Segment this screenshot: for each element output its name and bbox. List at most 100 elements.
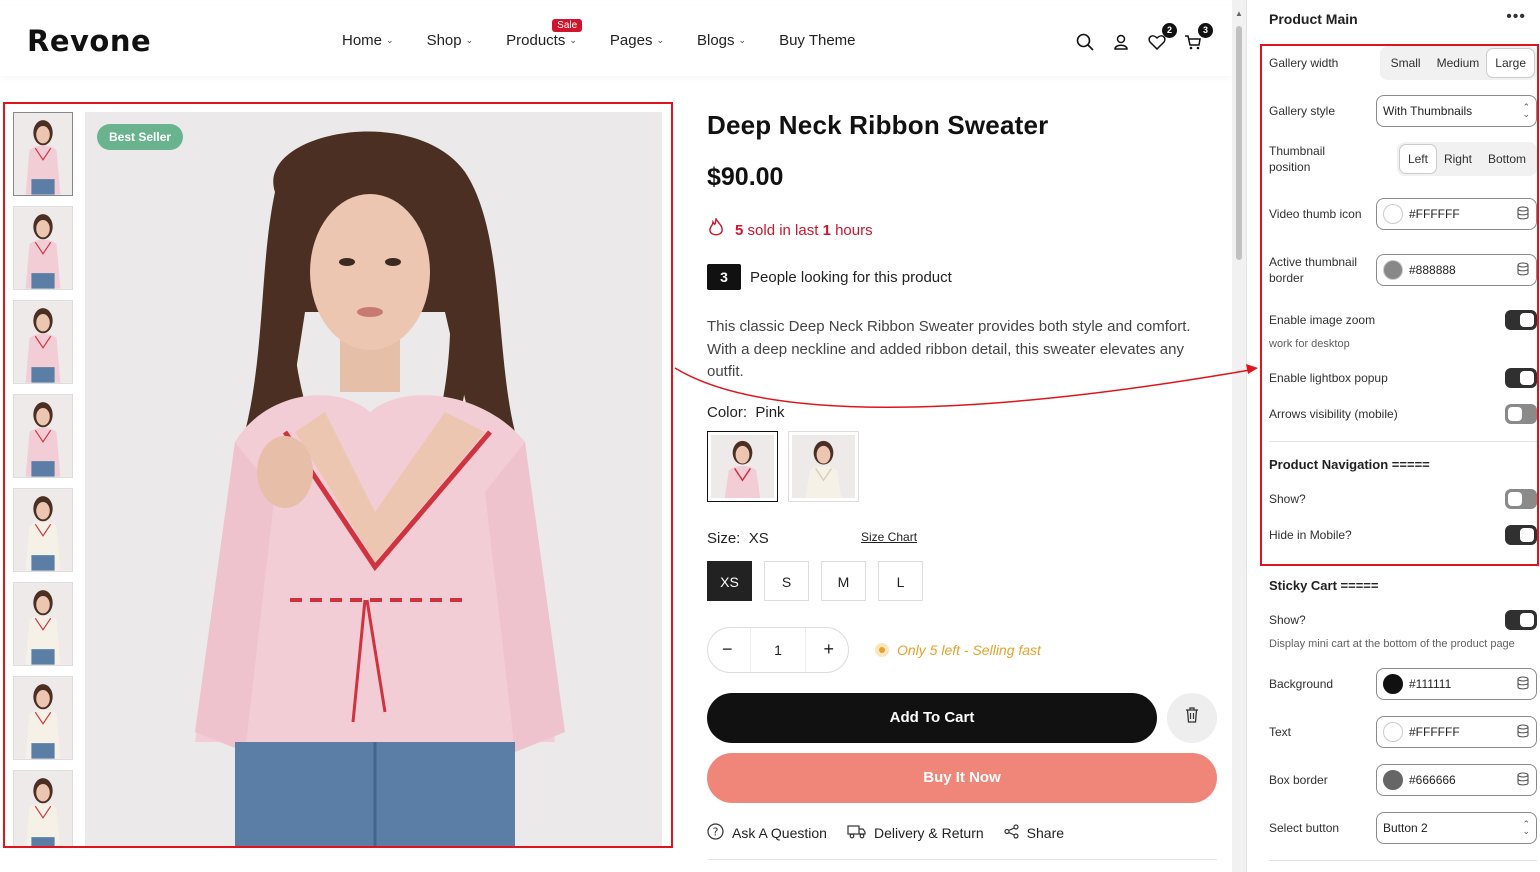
buy-now-button[interactable]: Buy It Now bbox=[707, 752, 1217, 803]
select-value: Button 2 bbox=[1383, 821, 1428, 835]
box-border-color-input[interactable]: #666666 bbox=[1376, 764, 1537, 796]
setting-label: Hide in Mobile? bbox=[1269, 528, 1352, 542]
lightbox-setting: Enable lightbox popup bbox=[1269, 368, 1537, 388]
gallery-thumbnail[interactable] bbox=[13, 300, 73, 384]
nav-item-pages[interactable]: Pages ⌄ bbox=[610, 32, 664, 49]
setting-hint: Display mini cart at the bottom of the p… bbox=[1269, 638, 1515, 650]
size-option[interactable]: M bbox=[821, 560, 866, 601]
box-border-setting: Box border #666666 bbox=[1269, 764, 1537, 796]
user-icon[interactable] bbox=[1111, 32, 1131, 52]
nav-item-blogs[interactable]: Blogs ⌄ bbox=[697, 32, 746, 49]
nav-show-toggle[interactable] bbox=[1505, 489, 1537, 509]
gallery-thumbnail[interactable] bbox=[13, 206, 73, 290]
color-swatch-cream[interactable] bbox=[788, 430, 859, 502]
segment-option[interactable]: Right bbox=[1436, 145, 1480, 173]
product-description: This classic Deep Neck Ribbon Sweater pr… bbox=[707, 318, 1191, 380]
scroll-up-icon[interactable]: ▲ bbox=[1235, 9, 1243, 18]
color-preview bbox=[1383, 674, 1403, 694]
add-to-cart-button[interactable]: Add To Cart bbox=[707, 692, 1157, 743]
segment-option[interactable]: Medium bbox=[1429, 49, 1488, 77]
share-link[interactable]: Share bbox=[1004, 823, 1064, 843]
gallery-thumbnail[interactable] bbox=[13, 112, 73, 196]
gallery-thumbnail[interactable] bbox=[13, 488, 73, 572]
brand-logo[interactable]: Revone bbox=[27, 24, 151, 58]
gallery-thumbnail[interactable] bbox=[13, 394, 73, 478]
fire-icon bbox=[707, 216, 725, 242]
active-border-setting: Active thumbnail border #888888 bbox=[1269, 254, 1537, 286]
setting-label: Show? bbox=[1269, 613, 1306, 627]
size-option[interactable]: S bbox=[764, 560, 809, 601]
segment-option[interactable]: Left bbox=[1399, 145, 1436, 173]
truck-icon bbox=[847, 824, 866, 842]
sticky-show-toggle[interactable] bbox=[1505, 610, 1537, 630]
quantity-increase-button[interactable]: + bbox=[823, 639, 834, 660]
gallery-thumbnail[interactable] bbox=[13, 770, 73, 846]
text-color-setting: Text #FFFFFF bbox=[1269, 716, 1537, 748]
gallery-thumbnail[interactable] bbox=[13, 582, 73, 666]
viewers-counter: 3 People looking for this product bbox=[707, 264, 1217, 290]
question-icon: ? bbox=[707, 822, 724, 843]
nav-item-buy-theme[interactable]: Buy Theme bbox=[779, 32, 855, 49]
arrows-setting: Arrows visibility (mobile) bbox=[1269, 404, 1537, 424]
cart-icon[interactable]: 3 bbox=[1183, 23, 1213, 52]
more-options-icon[interactable]: ••• bbox=[1506, 8, 1526, 26]
ask-question-link[interactable]: ? Ask A Question bbox=[707, 822, 827, 843]
color-value: #FFFFFF bbox=[1409, 207, 1460, 221]
nav-item-shop[interactable]: Shop ⌄ bbox=[427, 32, 474, 49]
nav-hide-mobile-toggle[interactable] bbox=[1505, 525, 1537, 545]
preview-scrollbar[interactable]: ▲ bbox=[1232, 0, 1246, 872]
database-icon[interactable] bbox=[1516, 675, 1530, 693]
segment-option[interactable]: Bottom bbox=[1480, 145, 1534, 173]
text-color-input[interactable]: #FFFFFF bbox=[1376, 716, 1537, 748]
setting-label: Video thumb icon bbox=[1269, 207, 1362, 221]
store-preview: Revone Home ⌄ Shop ⌄ Sale Products ⌄ Pages ⌄… bbox=[0, 0, 1232, 872]
settings-panel: Product Main ••• Gallery width Small Med… bbox=[1246, 0, 1540, 872]
video-thumb-setting: Video thumb icon #FFFFFF bbox=[1269, 198, 1537, 230]
quantity-decrease-button[interactable]: − bbox=[722, 639, 733, 660]
gallery-style-select[interactable]: With Thumbnails ⌃ ⌄ bbox=[1376, 95, 1537, 127]
gallery-thumbnail[interactable] bbox=[13, 676, 73, 760]
site-header: Revone Home ⌄ Shop ⌄ Sale Products ⌄ Pages ⌄… bbox=[0, 6, 1232, 76]
setting-label: Box border bbox=[1269, 773, 1328, 787]
quantity-input[interactable]: 1 bbox=[750, 627, 806, 672]
lightbox-toggle[interactable] bbox=[1505, 368, 1537, 388]
scrollbar-thumb[interactable] bbox=[1236, 26, 1242, 260]
product-gallery: Best Seller bbox=[3, 102, 673, 848]
heart-icon[interactable]: 2 bbox=[1147, 23, 1177, 52]
arrows-toggle[interactable] bbox=[1505, 404, 1537, 424]
delivery-return-link[interactable]: Delivery & Return bbox=[847, 823, 984, 843]
main-product-image[interactable]: Best Seller bbox=[85, 112, 662, 846]
share-icon bbox=[1004, 823, 1019, 842]
nav-item-home[interactable]: Home ⌄ bbox=[342, 32, 394, 49]
quantity-row: − 1 + Only 5 left - Selling fast bbox=[707, 626, 1217, 673]
segment-option[interactable]: Small bbox=[1383, 49, 1429, 77]
nav-label: Shop bbox=[426, 32, 462, 49]
database-icon[interactable] bbox=[1516, 205, 1530, 223]
nav-item-products[interactable]: Sale Products ⌄ bbox=[506, 19, 583, 49]
background-color-input[interactable]: #111111 bbox=[1376, 668, 1537, 700]
chevron-updown-icon: ⌃ ⌄ bbox=[1522, 819, 1530, 836]
active-border-color-input[interactable]: #888888 bbox=[1376, 254, 1537, 286]
stock-warning: Only 5 left - Selling fast bbox=[875, 642, 1041, 658]
select-button-select[interactable]: Button 2 ⌃ ⌄ bbox=[1376, 812, 1537, 844]
video-thumb-color-input[interactable]: #FFFFFF bbox=[1376, 198, 1537, 230]
color-swatch-pink[interactable] bbox=[707, 430, 778, 502]
database-icon[interactable] bbox=[1516, 723, 1530, 741]
nav-label: Blogs bbox=[697, 32, 735, 49]
remove-button[interactable] bbox=[1167, 692, 1217, 743]
search-icon[interactable] bbox=[1075, 32, 1095, 52]
color-value: #FFFFFF bbox=[1409, 725, 1460, 739]
size-chart-link[interactable]: Size Chart bbox=[861, 530, 917, 544]
setting-label: Enable image zoom bbox=[1269, 313, 1376, 327]
size-option[interactable]: XS bbox=[707, 560, 752, 601]
size-option[interactable]: L bbox=[878, 560, 923, 601]
database-icon[interactable] bbox=[1516, 261, 1530, 279]
select-button-setting: Select button Button 2 ⌃ ⌄ bbox=[1269, 812, 1537, 844]
segment-option[interactable]: Large bbox=[1487, 49, 1534, 77]
database-icon[interactable] bbox=[1516, 771, 1530, 789]
nav-label: Buy Theme bbox=[779, 32, 856, 49]
nav-label: Pages bbox=[609, 32, 653, 49]
stock-dot-icon bbox=[875, 642, 889, 657]
image-zoom-toggle[interactable] bbox=[1505, 310, 1537, 330]
section-title: Product Navigation ===== bbox=[1269, 457, 1430, 472]
